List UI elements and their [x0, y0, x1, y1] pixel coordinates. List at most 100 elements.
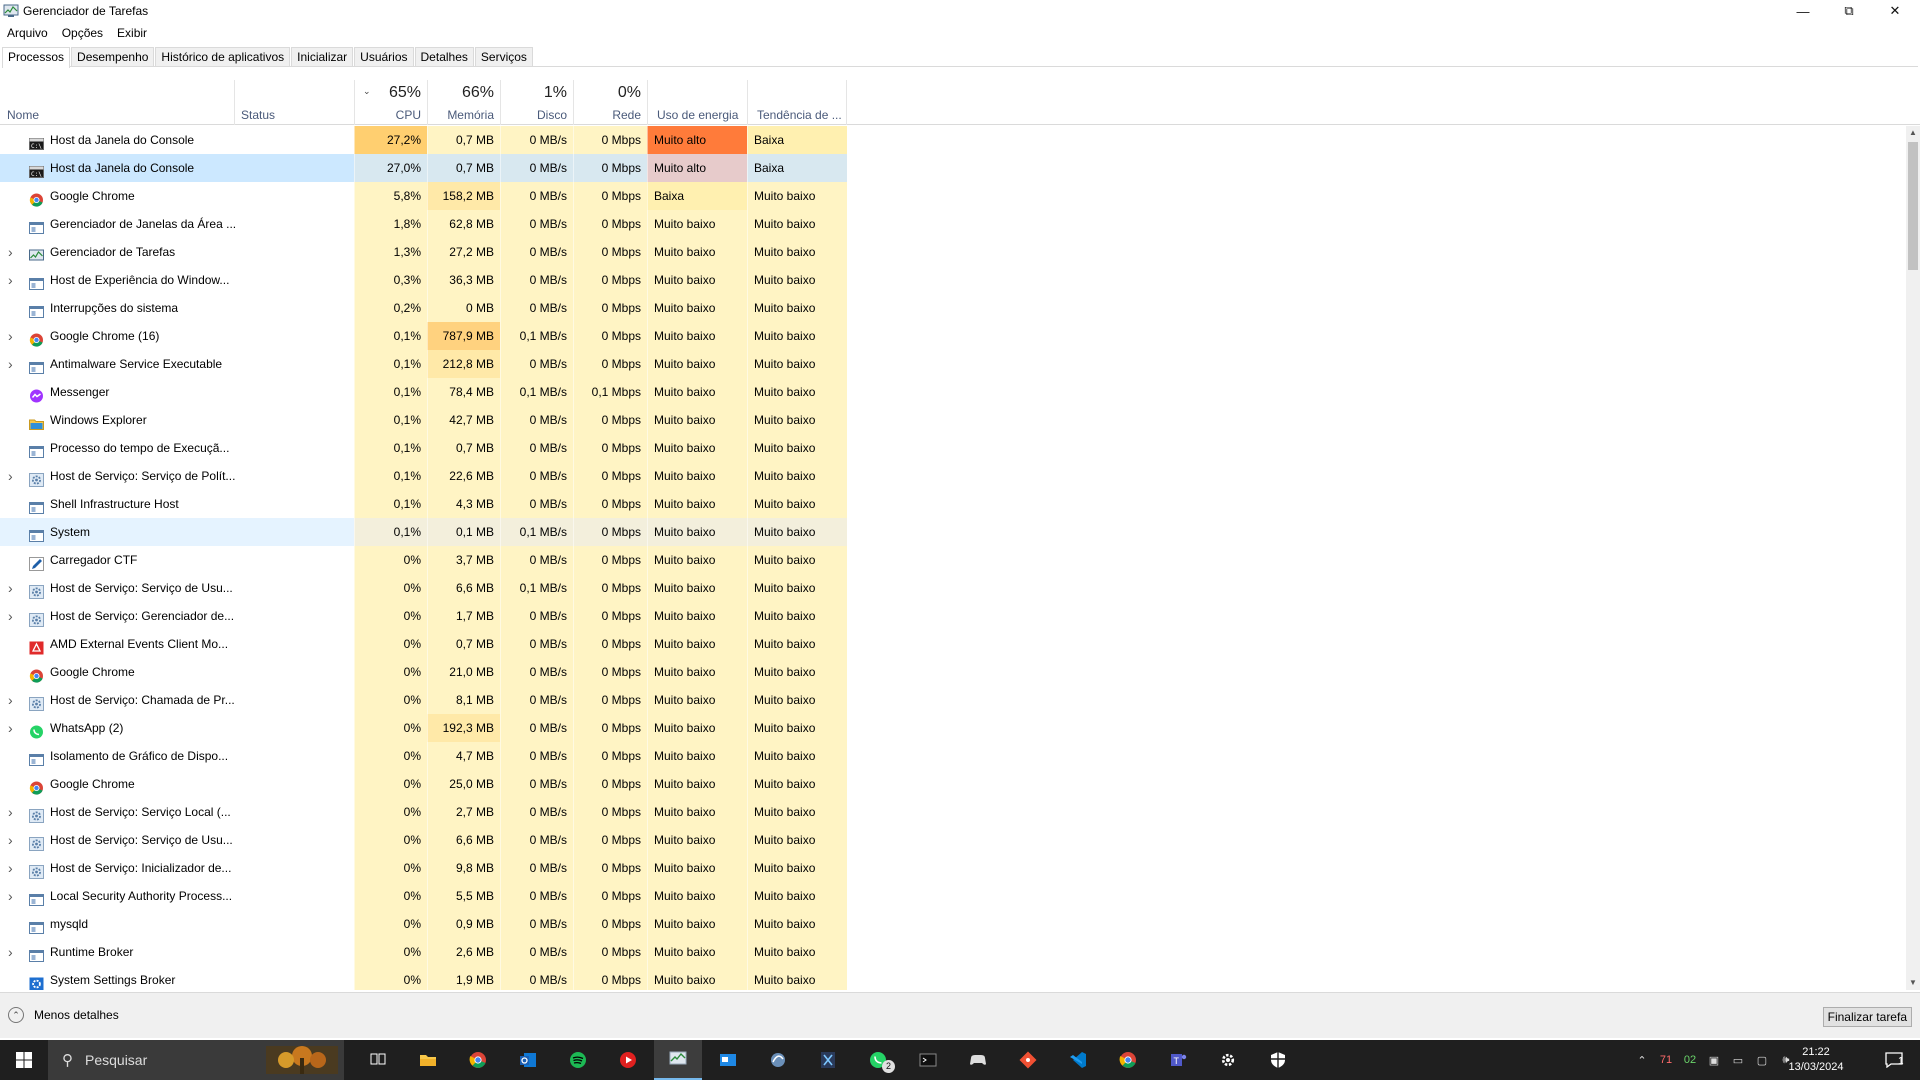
tab-historico-aplicativos[interactable]: Histórico de aplicativos — [155, 47, 291, 66]
table-row[interactable]: Isolamento de Gráfico de Dispo... 0% 4,7 M… — [0, 742, 1906, 770]
table-row[interactable]: AMD External Events Client Mo... 0% 0,7 MB… — [0, 630, 1906, 658]
process-name-cell[interactable]: Google Chrome — [0, 182, 354, 210]
process-name-cell[interactable]: Shell Infrastructure Host — [0, 490, 354, 518]
process-name-cell[interactable]: Gerenciador de Janelas da Área ... — [0, 210, 354, 238]
taskbar-app-spotify[interactable] — [554, 1040, 602, 1080]
process-name-cell[interactable]: › Host de Serviço: Inicializador de... — [0, 854, 354, 882]
expand-chevron-icon[interactable]: › — [8, 350, 13, 378]
notification-center-button[interactable]: 1 — [1874, 1040, 1914, 1080]
table-row[interactable]: Interrupções do sistema 0,2% 0 MB 0 MB/s 0 M… — [0, 294, 1906, 322]
expand-chevron-icon[interactable]: › — [8, 266, 13, 294]
taskbar-app-terminal[interactable] — [904, 1040, 952, 1080]
taskbar-app-gamepad[interactable] — [954, 1040, 1002, 1080]
column-cpu[interactable]: ⌄ 65% CPU — [354, 80, 427, 125]
tab-usuarios[interactable]: Usuários — [354, 47, 414, 66]
table-row[interactable]: Google Chrome 0% 25,0 MB 0 MB/s 0 Mbps Muito … — [0, 770, 1906, 798]
table-row[interactable]: › Gerenciador de Tarefas 1,3% 27,2 MB 0 MB/s… — [0, 238, 1906, 266]
taskbar-app-task-manager[interactable] — [654, 1040, 702, 1080]
display-icon[interactable]: ▢ — [1750, 1054, 1774, 1067]
start-button[interactable] — [0, 1040, 48, 1080]
scrollbar-thumb[interactable] — [1908, 142, 1918, 270]
expand-chevron-icon[interactable]: › — [8, 686, 13, 714]
process-name-cell[interactable]: › Gerenciador de Tarefas — [0, 238, 354, 266]
process-name-cell[interactable]: › Host de Serviço: Gerenciador de... — [0, 602, 354, 630]
restore-button[interactable]: ⧉ — [1826, 0, 1872, 22]
taskbar-app-whatsapp[interactable]: 2 — [854, 1040, 902, 1080]
process-name-cell[interactable]: Isolamento de Gráfico de Dispo... — [0, 742, 354, 770]
expand-chevron-icon[interactable]: › — [8, 798, 13, 826]
menu-opcoes[interactable]: Opções — [55, 24, 110, 42]
table-row[interactable]: Processo do tempo de Execuçã... 0,1% 0,7 M… — [0, 434, 1906, 462]
taskbar-app-file-explorer[interactable] — [404, 1040, 452, 1080]
cpu-temp-indicator[interactable]: 71 — [1654, 1054, 1678, 1066]
taskbar-app-chrome[interactable] — [454, 1040, 502, 1080]
table-row[interactable]: › Google Chrome (16) 0,1% 787,9 MB 0,1 MB/s 0… — [0, 322, 1906, 350]
taskbar-app-task-view[interactable] — [354, 1040, 402, 1080]
process-name-cell[interactable]: › Local Security Authority Process... — [0, 882, 354, 910]
column-name[interactable]: Nome — [0, 80, 234, 125]
process-name-cell[interactable]: › Host de Serviço: Serviço de Usu... — [0, 826, 354, 854]
taskbar-app-security[interactable] — [1254, 1040, 1302, 1080]
taskbar-app-snipping[interactable] — [804, 1040, 852, 1080]
table-row[interactable]: mysqld 0% 0,9 MB 0 MB/s 0 Mbps Muito baixo Mui… — [0, 910, 1906, 938]
process-name-cell[interactable]: Carregador CTF — [0, 546, 354, 574]
table-row[interactable]: › Host de Serviço: Serviço Local (... 0% 2,… — [0, 798, 1906, 826]
table-row[interactable]: Windows Explorer 0,1% 42,7 MB 0 MB/s 0 Mbps M… — [0, 406, 1906, 434]
process-name-cell[interactable]: Processo do tempo de Execuçã... — [0, 434, 354, 462]
tab-desempenho[interactable]: Desempenho — [71, 47, 155, 66]
less-details-button[interactable]: ⌃ Menos detalhes — [8, 1007, 119, 1023]
process-name-cell[interactable]: › Runtime Broker — [0, 938, 354, 966]
expand-chevron-icon[interactable]: › — [8, 462, 13, 490]
table-row[interactable]: › Host de Serviço: Chamada de Pr... 0% 8,1 … — [0, 686, 1906, 714]
tab-inicializar[interactable]: Inicializar — [291, 47, 354, 66]
end-task-button[interactable]: Finalizar tarefa — [1822, 1007, 1912, 1027]
menu-exibir[interactable]: Exibir — [110, 24, 154, 42]
table-row[interactable]: › Host de Serviço: Serviço de Usu... 0% 6,6… — [0, 826, 1906, 854]
column-status[interactable]: Status — [234, 80, 354, 125]
gpu-indicator[interactable]: 02 — [1678, 1054, 1702, 1066]
process-name-cell[interactable]: › Host de Serviço: Serviço de Usu... — [0, 574, 354, 602]
taskbar-app-settings[interactable] — [1204, 1040, 1252, 1080]
menu-arquivo[interactable]: Arquivo — [0, 24, 55, 42]
tray-expand-icon[interactable]: ⌃ — [1630, 1054, 1654, 1067]
table-row[interactable]: Gerenciador de Janelas da Área ... 1,8% 62… — [0, 210, 1906, 238]
expand-chevron-icon[interactable]: › — [8, 574, 13, 602]
table-row[interactable]: › Local Security Authority Process... 0% 5,… — [0, 882, 1906, 910]
taskbar-app-vscode[interactable] — [1054, 1040, 1102, 1080]
taskbar-search[interactable]: ⚲ Pesquisar — [48, 1040, 344, 1080]
expand-chevron-icon[interactable]: › — [8, 238, 13, 266]
process-name-cell[interactable]: mysqld — [0, 910, 354, 938]
taskbar-app-git[interactable] — [1004, 1040, 1052, 1080]
column-power-usage[interactable]: Uso de energia — [647, 80, 747, 125]
table-row[interactable]: Google Chrome 5,8% 158,2 MB 0 MB/s 0 Mbps Bai… — [0, 182, 1906, 210]
scroll-up-icon[interactable]: ▲ — [1906, 126, 1920, 140]
process-name-cell[interactable]: Messenger — [0, 378, 354, 406]
process-name-cell[interactable]: Interrupções do sistema — [0, 294, 354, 322]
scroll-down-icon[interactable]: ▼ — [1906, 976, 1920, 990]
table-row[interactable]: › Host de Serviço: Gerenciador de... 0% 1,7… — [0, 602, 1906, 630]
process-name-cell[interactable]: System — [0, 518, 354, 546]
process-name-cell[interactable]: › Host de Serviço: Chamada de Pr... — [0, 686, 354, 714]
table-row[interactable]: C:\ Host da Janela do Console 27,2% 0,7 MB 0… — [0, 126, 1906, 154]
table-row[interactable]: › Runtime Broker 0% 2,6 MB 0 MB/s 0 Mbps Muito… — [0, 938, 1906, 966]
process-name-cell[interactable]: › Google Chrome (16) — [0, 322, 354, 350]
process-name-cell[interactable]: Google Chrome — [0, 770, 354, 798]
table-row[interactable]: Carregador CTF 0% 3,7 MB 0 MB/s 0 Mbps Muito … — [0, 546, 1906, 574]
expand-chevron-icon[interactable]: › — [8, 602, 13, 630]
table-row[interactable]: System Settings Broker 0% 1,9 MB 0 MB/s 0 Mb… — [0, 966, 1906, 990]
process-name-cell[interactable]: Windows Explorer — [0, 406, 354, 434]
taskbar-app-edge-dev[interactable] — [754, 1040, 802, 1080]
tab-servicos[interactable]: Serviços — [474, 47, 533, 66]
taskbar-app-outlook-mail[interactable] — [704, 1040, 752, 1080]
process-name-cell[interactable]: System Settings Broker — [0, 966, 354, 990]
table-row[interactable]: › Host de Serviço: Inicializador de... 0% 9… — [0, 854, 1906, 882]
taskbar-clock[interactable]: 21:22 13/03/2024 — [1780, 1045, 1852, 1075]
tab-processos[interactable]: Processos — [2, 47, 71, 68]
table-row[interactable]: System 0,1% 0,1 MB 0,1 MB/s 0 Mbps Muito baix… — [0, 518, 1906, 546]
tab-detalhes[interactable]: Detalhes — [414, 47, 474, 66]
process-name-cell[interactable]: › WhatsApp (2) — [0, 714, 354, 742]
process-name-cell[interactable]: › Host de Serviço: Serviço Local (... — [0, 798, 354, 826]
process-name-cell[interactable]: AMD External Events Client Mo... — [0, 630, 354, 658]
expand-chevron-icon[interactable]: › — [8, 714, 13, 742]
taskbar-app-teams[interactable]: T — [1154, 1040, 1202, 1080]
